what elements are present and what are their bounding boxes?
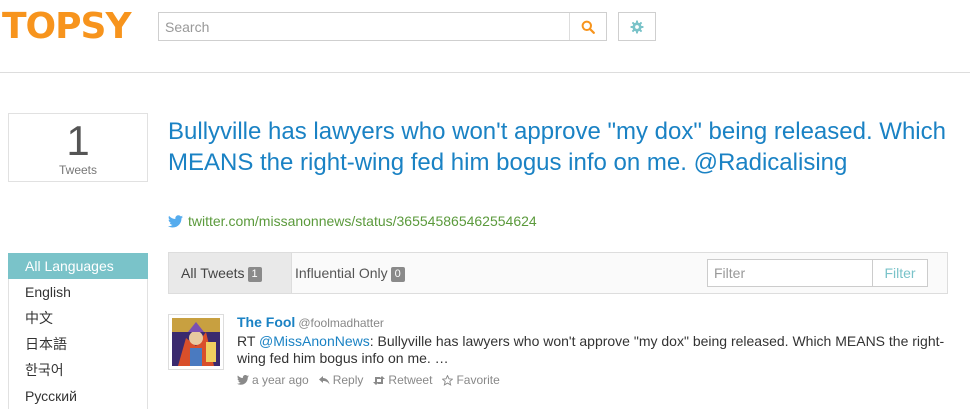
- language-item-all[interactable]: All Languages: [8, 253, 148, 279]
- tweet-handle[interactable]: @foolmadhatter: [298, 316, 384, 330]
- language-item-chinese[interactable]: 中文: [8, 305, 148, 331]
- reply-button[interactable]: Reply: [318, 373, 364, 387]
- search-input[interactable]: [165, 17, 565, 37]
- reply-label: Reply: [332, 373, 364, 387]
- settings-button[interactable]: [618, 12, 656, 41]
- tweet-author[interactable]: The Fool: [237, 314, 295, 330]
- header-divider: [0, 72, 970, 73]
- tweet-count: 1: [66, 117, 90, 164]
- language-list: All Languages English 中文 日本語 한국어 Русский: [8, 253, 148, 409]
- retweet-label: Retweet: [388, 373, 433, 387]
- tweet-time-label: a year ago: [252, 373, 309, 387]
- retweet-icon: [373, 375, 386, 385]
- star-icon: [442, 374, 454, 386]
- tweet-timestamp[interactable]: a year ago: [237, 373, 309, 387]
- avatar-image: [172, 318, 220, 366]
- tweet-mention[interactable]: @MissAnonNews: [259, 333, 370, 349]
- tweet-header: The Fool @foolmadhatter: [237, 314, 947, 332]
- search-box: [158, 12, 607, 41]
- language-item-russian[interactable]: Русский: [8, 383, 148, 409]
- tab-influential-only[interactable]: Influential Only 0: [295, 253, 405, 293]
- language-item-korean[interactable]: 한국어: [8, 357, 148, 383]
- filter-button[interactable]: Filter: [872, 259, 928, 287]
- filter-input[interactable]: [707, 259, 873, 287]
- tab-all-tweets[interactable]: All Tweets 1: [169, 253, 292, 293]
- tab-influential-label: Influential Only: [295, 265, 388, 281]
- all-tweets-count-badge: 1: [247, 266, 262, 282]
- tweet-count-label: Tweets: [58, 163, 97, 177]
- search-button[interactable]: [569, 13, 606, 40]
- tweet-text: RT @MissAnonNews: Bullyville has lawyers…: [237, 333, 947, 367]
- influential-count-badge: 0: [390, 266, 405, 282]
- source-link[interactable]: twitter.com/missanonnews/status/36554586…: [168, 213, 537, 229]
- tab-all-tweets-label: All Tweets: [181, 265, 245, 281]
- topsy-logo[interactable]: TOPSY: [2, 6, 132, 47]
- tweet-count-box: 1 Tweets: [8, 113, 148, 182]
- language-item-english[interactable]: English: [8, 279, 148, 305]
- source-url[interactable]: twitter.com/missanonnews/status/36554586…: [188, 213, 537, 229]
- page-title[interactable]: Bullyville has lawyers who won't approve…: [168, 116, 958, 178]
- favorite-label: Favorite: [456, 373, 500, 387]
- gear-icon: [630, 20, 644, 33]
- tweet-filter-bar: All Tweets 1 Influential Only 0 Filter: [168, 252, 948, 294]
- language-item-japanese[interactable]: 日本語: [8, 331, 148, 357]
- twitter-bird-icon: [237, 375, 249, 385]
- reply-icon: [318, 375, 330, 384]
- retweet-button[interactable]: Retweet: [373, 373, 432, 387]
- twitter-bird-icon: [168, 214, 183, 227]
- tweet-actions: a year ago Reply Retweet Favorite: [237, 373, 947, 387]
- search-icon: [581, 20, 595, 34]
- favorite-button[interactable]: Favorite: [442, 373, 500, 387]
- tweet-rt-prefix: RT: [237, 333, 260, 349]
- avatar[interactable]: [168, 314, 224, 370]
- tweet-body: The Fool @foolmadhatter RT @MissAnonNews:…: [237, 314, 947, 387]
